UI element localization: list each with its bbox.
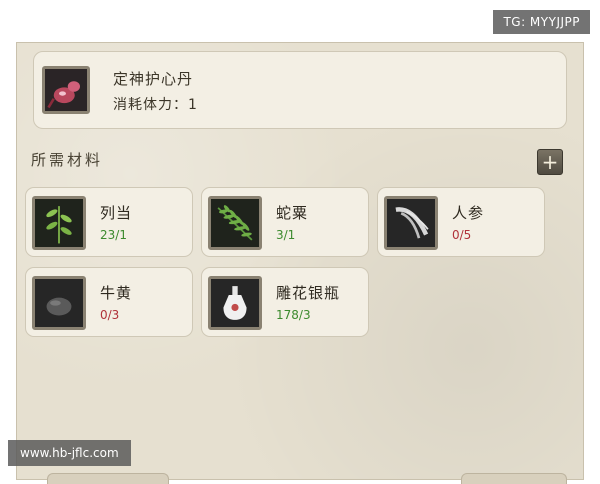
material-slot [32,196,86,250]
material-count: 178/3 [276,308,311,322]
stamina-cost: 消耗体力：1 [113,97,198,113]
material-name: 牛黄 [100,284,133,302]
stone-icon [35,279,83,327]
material-count: 23/1 [100,228,127,242]
bottom-button-left[interactable] [47,473,169,484]
pill-gourd-icon [45,69,87,111]
recipe-item-slot[interactable] [42,66,90,114]
material-name: 列当 [100,204,133,222]
silver-vase-icon [211,279,259,327]
crafting-panel: 定神护心丹 消耗体力：1 所需材料 + 列当 23/1 蛇粟 3/1 人参 0/… [16,42,584,484]
watermark-top: TG: MYYJJPP [493,10,590,34]
recipe-name: 定神护心丹 [113,70,194,88]
material-name: 雕花银瓶 [276,284,341,302]
material-slot [384,196,438,250]
watermark-bottom: www.hb-jflc.com [8,440,131,466]
recipe-card: 定神护心丹 消耗体力：1 [33,51,567,129]
material-card[interactable]: 列当 23/1 [25,187,193,257]
ginseng-root-icon [387,199,435,247]
herb-sprig-icon [35,199,83,247]
material-slot [32,276,86,330]
material-count: 3/1 [276,228,296,242]
material-name: 蛇粟 [276,204,309,222]
material-slot [208,276,262,330]
material-slot [208,196,262,250]
add-button[interactable]: + [537,149,563,175]
material-count: 0/3 [100,308,120,322]
material-card[interactable]: 人参 0/5 [377,187,545,257]
material-count: 0/5 [452,228,472,242]
material-card[interactable]: 雕花银瓶 178/3 [201,267,369,337]
materials-title: 所需材料 [31,151,104,169]
fern-leaf-icon [211,199,259,247]
bottom-button-right[interactable] [461,473,567,484]
material-name: 人参 [452,204,485,222]
material-card[interactable]: 蛇粟 3/1 [201,187,369,257]
material-card[interactable]: 牛黄 0/3 [25,267,193,337]
